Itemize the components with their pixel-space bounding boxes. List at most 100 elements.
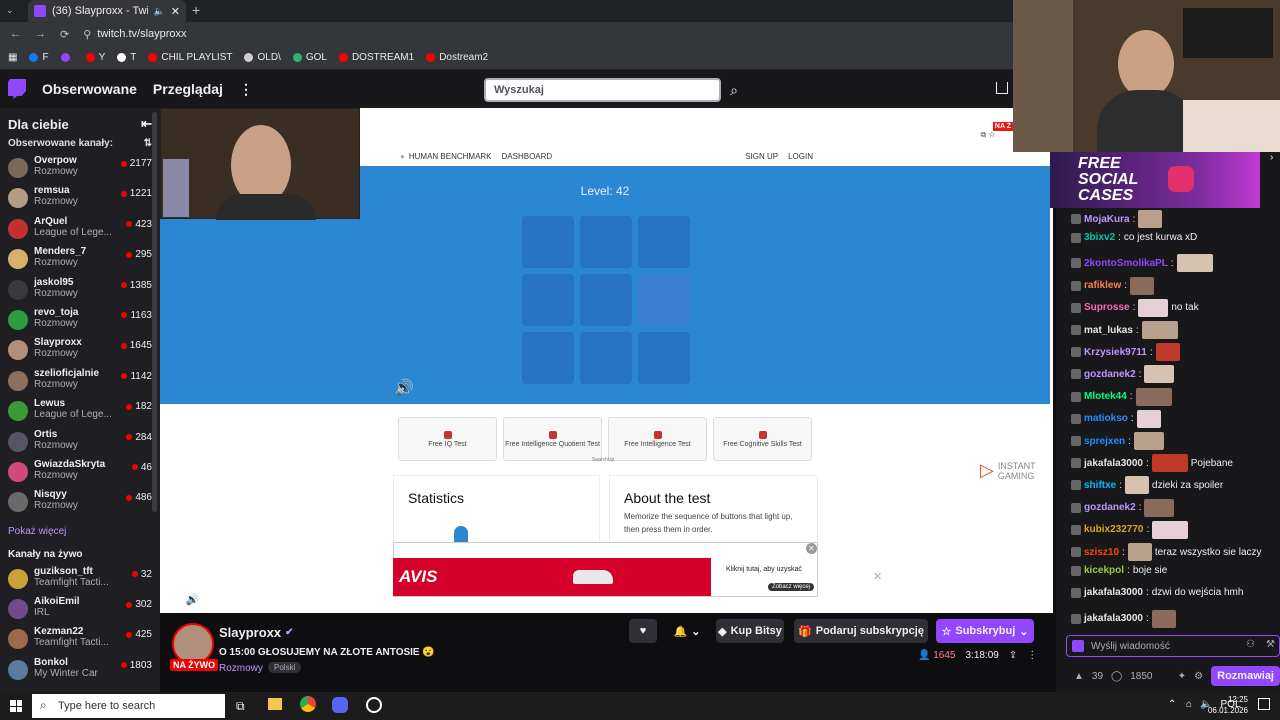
taskbar-search-input[interactable]: ⌕ Type here to search	[32, 694, 225, 718]
chat-input[interactable]: Wyślij wiadomość ⚇ ⚒	[1066, 635, 1280, 657]
channel-points-icon[interactable]: ◯	[1111, 671, 1122, 682]
apps-grid-icon[interactable]: ▦	[8, 52, 17, 63]
fullscreen-icon[interactable]: ⛶	[1035, 593, 1043, 606]
chat-username[interactable]: jakafala3000	[1084, 458, 1143, 469]
file-explorer-icon[interactable]	[268, 698, 282, 710]
chat-username[interactable]: mat_lukas	[1084, 325, 1133, 336]
sound-icon[interactable]: 🔊	[394, 378, 414, 398]
forward-icon[interactable]: →	[35, 28, 46, 40]
theatre-mode-icon[interactable]: ▭	[990, 593, 1000, 606]
chat-badge-icon[interactable]	[1072, 640, 1084, 652]
back-icon[interactable]: ←	[10, 28, 21, 40]
tab-close-icon[interactable]: ✕	[171, 5, 180, 18]
sidebar-channel[interactable]: Ortis Rozmowy 284	[0, 429, 160, 459]
sequence-tile[interactable]	[638, 274, 690, 326]
chat-send-button[interactable]: Rozmawiaj	[1211, 666, 1280, 686]
search-icon[interactable]: ⌕	[722, 78, 746, 102]
bookmark-item[interactable]: CHIL PLAYLIST	[148, 52, 232, 63]
chat-username[interactable]: 3bixv2	[1084, 232, 1115, 243]
sidebar-channel[interactable]: revo_toja Rozmowy 1163	[0, 307, 160, 337]
chat-username[interactable]: jakafala3000	[1084, 613, 1143, 624]
chat-username[interactable]: gozdanek2	[1084, 502, 1136, 513]
sidebar-channel[interactable]: Nisqyy Rozmowy 486	[0, 489, 160, 519]
bookmark-item[interactable]: OLD\	[244, 52, 281, 63]
twitch-logo-icon[interactable]	[8, 79, 26, 99]
sequence-tile[interactable]	[638, 216, 690, 268]
subscribe-button[interactable]: ☆ Subskrybuj ⌄	[936, 619, 1034, 643]
ad-card[interactable]: Free Cognitive Skills Test	[713, 417, 812, 461]
benchmark-signup-link[interactable]: SIGN UP	[745, 152, 778, 161]
sequence-tile[interactable]	[522, 274, 574, 326]
follow-heart-button[interactable]: ♥	[629, 619, 657, 643]
chat-username[interactable]: Krzysiek9711	[1084, 347, 1147, 358]
network-icon[interactable]: ⌂	[1186, 699, 1192, 710]
notifications-button[interactable]: 🔔 ⌄	[668, 619, 706, 643]
bookmark-item[interactable]: GOL	[292, 52, 327, 63]
chat-username[interactable]: jakafala3000	[1084, 587, 1143, 598]
chat-username[interactable]: rafiklew	[1084, 280, 1121, 291]
site-info-icon[interactable]: ⚲	[83, 28, 91, 41]
volume-icon[interactable]: 🔊	[186, 593, 200, 606]
sequence-tile[interactable]	[522, 216, 574, 268]
reload-icon[interactable]: ⟳	[60, 28, 69, 41]
task-view-icon[interactable]: ⧉	[236, 699, 245, 714]
sidebar-channel[interactable]: ArQuel League of Lege... 423	[0, 216, 160, 246]
benchmark-login-link[interactable]: LOGIN	[788, 152, 813, 161]
chat-username[interactable]: MojaKura	[1084, 214, 1130, 225]
sidebar-channel[interactable]: szelioficjalnie Rozmowy 1142	[0, 368, 160, 398]
mini-player-icon[interactable]: ◫	[1013, 593, 1023, 606]
sidebar-channel[interactable]: Slayproxx Rozmowy 1645	[0, 337, 160, 367]
more-options-icon[interactable]: ⋮	[1027, 650, 1037, 661]
clip-button[interactable]: ✂ Klip	[925, 593, 957, 606]
new-tab-icon[interactable]: +	[192, 2, 200, 18]
stream-category[interactable]: Rozmowy	[219, 663, 263, 674]
chat-username[interactable]: sprejxen	[1084, 436, 1125, 447]
app-icon[interactable]	[366, 697, 382, 713]
chat-username[interactable]: Suprosse	[1084, 302, 1130, 313]
sidebar-channel[interactable]: Overpow Rozmowy 2177	[0, 155, 160, 185]
sequence-tile[interactable]	[580, 216, 632, 268]
sidebar-channel[interactable]: remsua Rozmowy 1221	[0, 185, 160, 215]
pause-icon[interactable]: ⏸	[170, 593, 176, 606]
sidebar-channel[interactable]: Kezman22 Teamfight Tacti... 425	[0, 626, 160, 656]
search-input[interactable]: Wyszukaj	[484, 78, 721, 102]
benchmark-brand[interactable]: HUMAN BENCHMARK	[409, 152, 492, 161]
chat-username[interactable]: kicekpol	[1084, 565, 1124, 576]
sidebar-channel[interactable]: AikoiEmil IRL 302	[0, 596, 160, 626]
clock[interactable]: 12:25 06.01.2026	[1204, 694, 1248, 716]
bookmark-item[interactable]: Dostream2	[426, 52, 488, 63]
tab-search-icon[interactable]: ⌄	[6, 5, 20, 17]
buy-bits-button[interactable]: ◆ Kup Bitsy	[716, 619, 784, 643]
hype-icon[interactable]: ✦	[1178, 671, 1186, 682]
ad-card[interactable]: Free IQ Test	[398, 417, 497, 461]
sequence-tile[interactable]	[580, 274, 632, 326]
ad-card[interactable]: Free Intelligence Quotient Test	[503, 417, 602, 461]
chat-username[interactable]: shiftxe	[1084, 480, 1116, 491]
bookmark-item[interactable]: Y	[85, 52, 105, 63]
chat-gear-icon[interactable]: ⚙	[1194, 671, 1203, 682]
tray-chevron-icon[interactable]: ⌃	[1168, 699, 1176, 710]
sidebar-channel[interactable]: Bonkol My Winter Car 1803	[0, 657, 160, 687]
sequence-tile[interactable]	[522, 332, 574, 384]
chat-username[interactable]: gozdanek2	[1084, 369, 1136, 380]
discord-icon[interactable]	[332, 697, 348, 713]
language-tag[interactable]: Polski	[268, 662, 302, 673]
show-more-link[interactable]: Pokaż więcej	[0, 520, 160, 543]
chat-username[interactable]: Mlotek44	[1084, 391, 1127, 402]
settings-icon[interactable]: ⚙	[969, 593, 979, 606]
chat-username[interactable]: kubix232770	[1084, 524, 1144, 535]
chat-username[interactable]: szisz10	[1084, 547, 1119, 558]
sidebar-channel[interactable]: jaskol95 Rozmowy 1385	[0, 277, 160, 307]
chat-promo-banner[interactable]: FREE SOCIAL CASES	[1050, 152, 1260, 208]
bookmark-item[interactable]: T	[117, 52, 136, 63]
sidebar-channel[interactable]: guzikson_tft Teamfight Tacti... 32	[0, 566, 160, 596]
nav-browse[interactable]: Przeglądaj	[153, 81, 223, 97]
benchmark-dashboard-link[interactable]: DASHBOARD	[502, 152, 553, 161]
notifications-tray-icon[interactable]	[1258, 698, 1270, 710]
bookmark-item[interactable]	[60, 52, 74, 63]
bookmark-item[interactable]: F	[29, 52, 49, 63]
emote-picker-icon[interactable]: ⚇	[1246, 639, 1255, 650]
sort-icon[interactable]: ⇅	[144, 138, 152, 149]
chrome-icon[interactable]	[300, 696, 316, 712]
windows-start-icon[interactable]	[10, 700, 22, 712]
